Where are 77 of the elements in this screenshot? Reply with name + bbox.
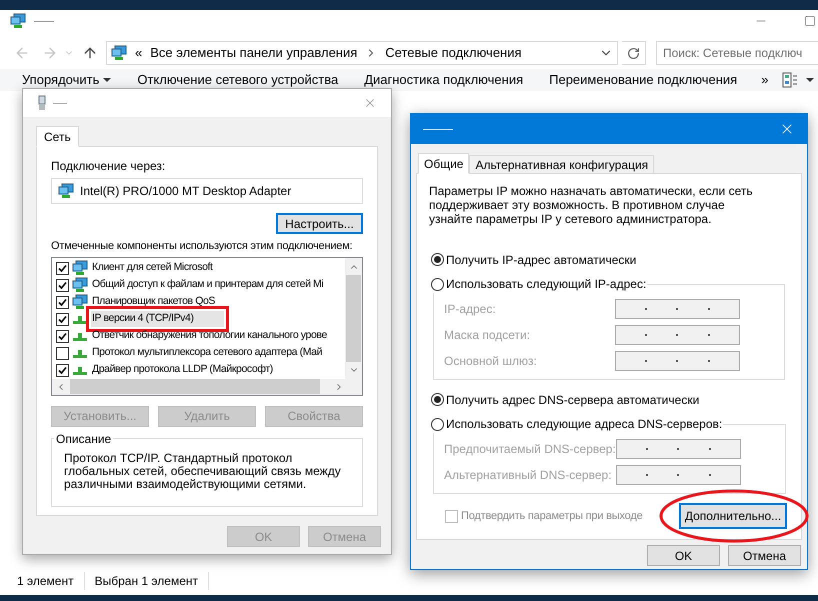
group-label: Описание: [55, 430, 112, 448]
radio-label[interactable]: Использовать следующий IP-адрес:: [446, 275, 646, 293]
dialog-button[interactable]: Отмена: [728, 545, 801, 566]
protocol-icon: [72, 364, 88, 376]
status-text: Выбран 1 элемент: [84, 572, 209, 590]
refresh-icon: [627, 46, 640, 60]
protocol-icon: [72, 347, 88, 359]
view-options-icon[interactable]: [782, 72, 798, 88]
toolbar-button[interactable]: Отключение сетевого устройства: [137, 73, 338, 87]
radio-button[interactable]: [431, 393, 444, 406]
field-label: Альтернативный DNS-сервер:: [444, 467, 612, 484]
radio-label[interactable]: Получить адрес DNS-сервера автоматически: [446, 390, 700, 408]
radio-button[interactable]: [431, 253, 444, 266]
toolbar-button[interactable]: Упорядочить: [22, 73, 100, 87]
up-icon[interactable]: [82, 45, 98, 61]
more-commands-button[interactable]: »: [761, 73, 768, 87]
radio-button[interactable]: [431, 418, 444, 430]
ip-address-field[interactable]: [615, 351, 740, 371]
component-item[interactable]: Планировщик пакетов QoS: [91, 294, 216, 310]
vertical-scrollbar[interactable]: [345, 258, 362, 378]
component-item[interactable]: Клиент для сетей Microsoft: [91, 260, 214, 276]
component-item[interactable]: Ответчик обнаружения топологии канального урове: [91, 328, 328, 344]
breadcrumb[interactable]: Все элементы панели управления: [150, 43, 358, 63]
dropdown-caret-icon[interactable]: [103, 78, 112, 82]
horizontal-scrollbar[interactable]: [52, 378, 362, 394]
tab[interactable]: Общие: [418, 153, 470, 174]
view-dropdown-icon[interactable]: [806, 78, 814, 82]
adapter-name: Intel(R) PRO/1000 MT Desktop Adapter: [80, 183, 292, 200]
field-label: IP-адрес:: [444, 301, 496, 318]
network-component-icon: [72, 277, 88, 293]
breadcrumb[interactable]: Сетевые подключения: [385, 43, 522, 63]
field-label: Маска подсети:: [444, 327, 530, 344]
network-adapter-icon: [58, 183, 74, 199]
refresh-button[interactable]: [622, 41, 646, 65]
component-item[interactable]: Драйвер протокола LLDP (Майкрософт): [91, 362, 274, 378]
dialog-button[interactable]: Дополнительно...: [679, 503, 787, 529]
dialog-button[interactable]: OK: [647, 545, 720, 566]
ip-address-field[interactable]: [616, 465, 741, 485]
tab[interactable]: Альтернативная конфигурация: [469, 155, 654, 174]
component-item[interactable]: Протокол мультиплексора сетевого адаптера (Май: [91, 345, 324, 361]
connector-icon: [37, 95, 47, 111]
maximize-icon[interactable]: [804, 15, 816, 27]
tab[interactable]: Сеть: [36, 126, 79, 147]
control-panel-icon: [111, 45, 127, 61]
dialog-button[interactable]: Настроить...: [276, 213, 363, 234]
ip-address-field[interactable]: [615, 325, 740, 345]
checkbox[interactable]: [56, 262, 69, 274]
toolbar-button[interactable]: Диагностика подключения: [364, 73, 524, 87]
checkbox[interactable]: [56, 278, 69, 292]
protocol-icon: [72, 330, 88, 342]
field-label: Предпочитаемый DNS-сервер:: [444, 441, 616, 458]
section-label: Подключение через:: [51, 158, 166, 175]
status-text: 1 элемент: [17, 572, 85, 590]
radio-label[interactable]: Получить IP-адрес автоматически: [446, 250, 636, 268]
breadcrumb-overflow[interactable]: «: [135, 43, 142, 63]
search-field[interactable]: Поиск: Сетевые подключ: [656, 41, 818, 65]
network-component-icon: [72, 294, 88, 310]
ip-address-field[interactable]: [615, 299, 740, 319]
section-label: Отмеченные компоненты используются этим подключением:: [51, 239, 354, 254]
network-folder-icon: [10, 13, 26, 29]
checkbox[interactable]: [56, 364, 69, 376]
network-component-icon: [72, 260, 88, 276]
checkbox[interactable]: [56, 346, 69, 360]
toolbar-button[interactable]: Переименование подключения: [549, 73, 738, 87]
checkbox[interactable]: [56, 312, 69, 326]
address-bar[interactable]: « Все элементы панели управления Сетевые подключения: [106, 41, 618, 65]
component-item[interactable]: Общий доступ к файлам и принтерам для сетей Mi: [91, 277, 324, 293]
ip-address-field[interactable]: [616, 439, 741, 459]
radio-label[interactable]: Использовать следующие адреса DNS-серверов:: [446, 415, 722, 433]
intro-text: Параметры IP можно назначать автоматически, если сеть поддерживает эту возможность. В противном случае узнайте параметры IP у сетевого администратора.: [429, 184, 754, 226]
component-item[interactable]: IP версии 4 (TCP/IPv4): [91, 311, 224, 327]
field-label: Основной шлюз:: [444, 353, 537, 370]
protocol-icon: [72, 313, 88, 325]
radio-button[interactable]: [431, 278, 444, 290]
checkbox[interactable]: [56, 330, 69, 342]
description-text: Протокол TCP/IP. Стандартный протокол глобальных сетей, обеспечивающий связь между различными взаимодействующими сетями.: [64, 452, 342, 490]
checkbox[interactable]: [56, 296, 69, 308]
